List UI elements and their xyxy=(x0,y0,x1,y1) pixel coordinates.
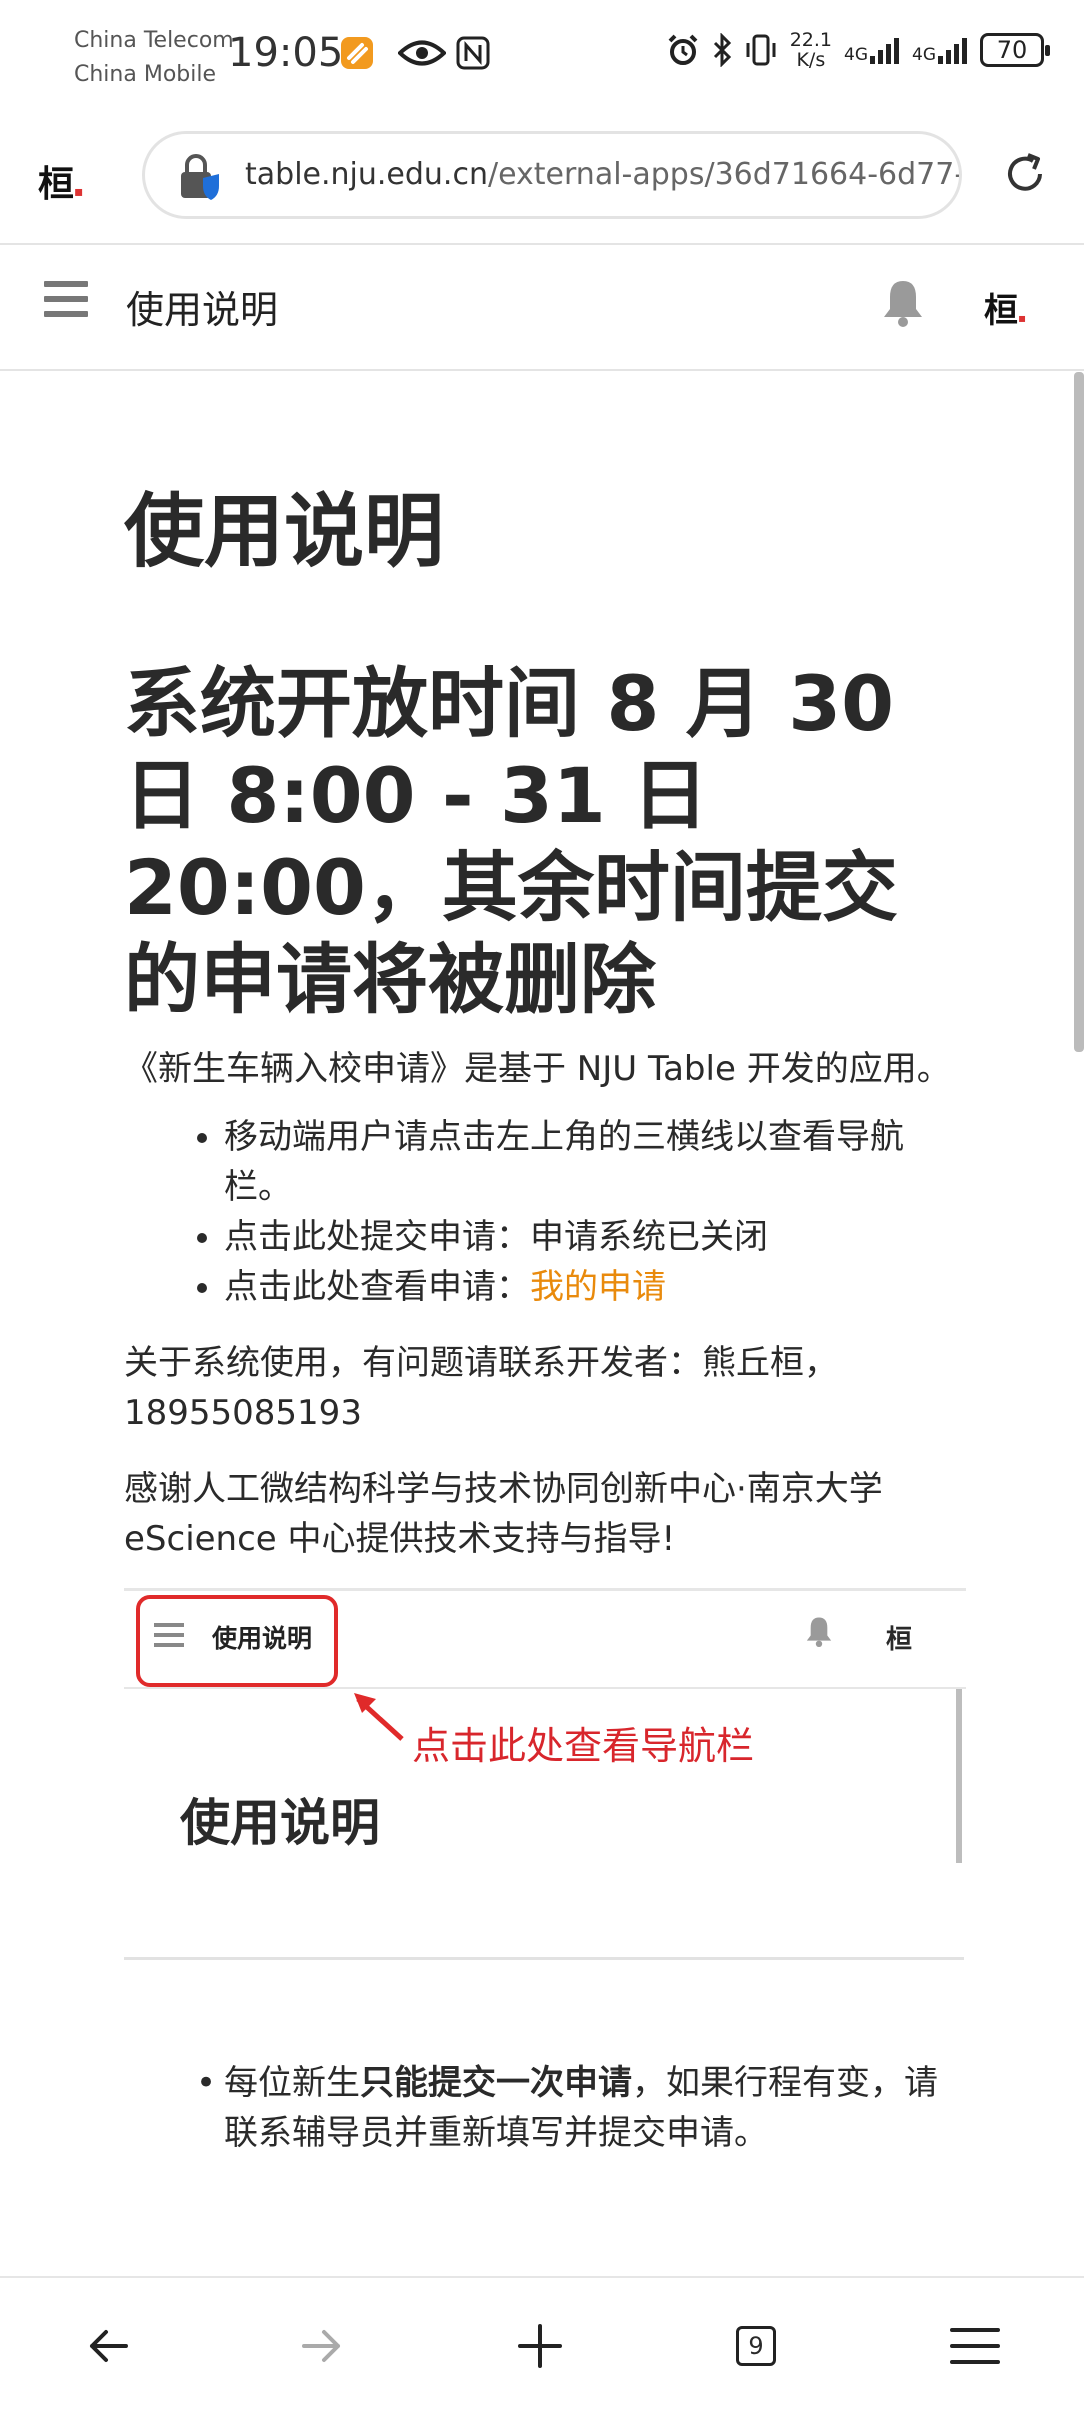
notification-bell-icon[interactable] xyxy=(880,277,926,331)
back-arrow-icon[interactable] xyxy=(84,2322,132,2374)
tutorial-screenshot: 使用说明 桓 点击此处查看导航栏 使用说明 xyxy=(124,1588,966,1863)
url-path: /external-apps/36d71664-6d77-4ab xyxy=(487,157,959,192)
reload-icon[interactable] xyxy=(1000,149,1050,203)
bullet-dot: • xyxy=(196,2063,217,2103)
network-speed-value: 22.1 xyxy=(789,29,832,51)
list-item: • 每位新生只能提交一次申请，如果行程有变，请联系辅导员并重新填写并提交申请。 xyxy=(124,2058,964,2158)
forward-arrow-icon[interactable] xyxy=(298,2322,346,2374)
signal-2: 4G xyxy=(912,36,968,64)
tab-switcher-button[interactable]: 9 xyxy=(736,2326,776,2366)
contact-paragraph: 关于系统使用，有问题请联系开发者：熊丘桓，18955085193 xyxy=(124,1343,838,1433)
instruction-list: 移动端用户请点击左上角的三横线以查看导航栏。 点击此处提交申请：申请系统已关闭 … xyxy=(124,1112,964,1312)
status-bar: China Telecom China Mobile 19:05 22.1 K/… xyxy=(0,0,1084,115)
page-title: 使用说明 xyxy=(124,485,444,578)
network-speed-unit: K/s xyxy=(796,49,826,71)
secure-lock-icon[interactable] xyxy=(177,152,227,206)
browser-address-bar: 桓▪ table.nju.edu.cn/external-apps/36d716… xyxy=(0,115,1084,245)
thanks-paragraph: 感谢人工微结构科学与技术协同创新中心·南京大学 eScience 中心提供技术支… xyxy=(124,1469,883,1559)
signal-1-label: 4G xyxy=(844,45,868,65)
list-item: 点击此处查看申请：我的申请 xyxy=(224,1262,964,1312)
site-logo-text: 桓 xyxy=(38,163,75,205)
app-header: 使用说明 桓▪ xyxy=(0,245,1084,371)
list-item: 点击此处提交申请：申请系统已关闭 xyxy=(224,1212,964,1262)
user-avatar-logo[interactable]: 桓▪ xyxy=(984,283,1026,332)
clock: 19:05 xyxy=(228,30,344,76)
eye-icon xyxy=(397,38,447,72)
list-item-text: 点击此处查看申请： xyxy=(224,1267,530,1307)
document-content: 使用说明 系统开放时间 8 月 30 日 8:00 - 31 日 20:00，其… xyxy=(124,372,966,2158)
carrier-names: China Telecom China Mobile xyxy=(74,24,234,92)
signal-2-label: 4G xyxy=(912,45,936,65)
list-item-emphasis: 只能提交一次申请 xyxy=(360,2063,632,2103)
my-applications-link[interactable]: 我的申请 xyxy=(530,1267,666,1307)
opening-time-notice: 系统开放时间 8 月 30 日 8:00 - 31 日 20:00，其余时间提交… xyxy=(124,659,898,1024)
intro-paragraph: 《新生车辆入校申请》是基于 NJU Table 开发的应用。 xyxy=(124,1049,951,1089)
new-tab-plus-icon[interactable] xyxy=(516,2322,564,2374)
browser-menu-icon[interactable] xyxy=(950,2322,1000,2374)
tutorial-scrollbar xyxy=(956,1689,962,1863)
carrier-2: China Mobile xyxy=(74,62,217,87)
battery-indicator: 70 xyxy=(980,33,1050,67)
browser-toolbar: 9 xyxy=(0,2276,1084,2414)
app-notification-icon xyxy=(340,36,374,74)
nfc-icon xyxy=(456,36,490,74)
url-field[interactable]: table.nju.edu.cn/external-apps/36d71664-… xyxy=(142,131,962,219)
list-item-prefix: 每位新生 xyxy=(224,2063,360,2103)
header-logo-text: 桓 xyxy=(984,291,1018,331)
tutorial-bell-icon xyxy=(804,1615,834,1651)
tutorial-title: 使用说明 xyxy=(180,1794,380,1852)
arrow-icon xyxy=(350,1687,410,1751)
list-item: 移动端用户请点击左上角的三横线以查看导航栏。 xyxy=(224,1112,964,1212)
alarm-icon xyxy=(668,34,698,65)
site-favicon[interactable]: 桓▪ xyxy=(38,155,84,207)
network-speed: 22.1 K/s xyxy=(790,30,832,70)
tutorial-highlight-box xyxy=(136,1595,338,1687)
bluetooth-icon xyxy=(713,33,731,67)
url-domain: table.nju.edu.cn xyxy=(245,157,488,192)
url-text: table.nju.edu.cn/external-apps/36d71664-… xyxy=(245,134,959,216)
tutorial-divider xyxy=(124,1687,966,1689)
signal-1: 4G xyxy=(844,36,900,64)
section-divider xyxy=(124,1957,964,1960)
page-scrollbar[interactable] xyxy=(1074,372,1084,1052)
header-title: 使用说明 xyxy=(126,288,279,332)
vibrate-icon xyxy=(746,34,776,66)
signal-bars-icon xyxy=(938,38,967,64)
tutorial-callout: 点击此处查看导航栏 xyxy=(412,1724,755,1768)
signal-bars-icon xyxy=(870,38,899,64)
hamburger-menu-icon[interactable] xyxy=(44,281,88,325)
status-indicators: 22.1 K/s 4G 4G 70 xyxy=(666,30,1050,70)
carrier-1: China Telecom xyxy=(74,28,234,53)
tutorial-logo: 桓 xyxy=(886,1625,913,1655)
